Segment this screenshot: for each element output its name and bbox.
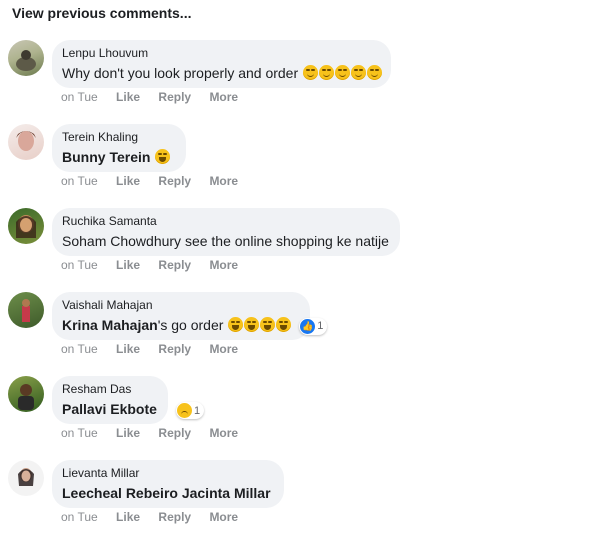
avatar-photo [18, 468, 34, 486]
view-previous-comments-link[interactable]: View previous comments... [12, 5, 191, 21]
avatar-photo [16, 215, 36, 238]
comment-author[interactable]: Lenpu Lhouvum [62, 46, 379, 60]
comment-author[interactable]: Lievanta Millar [62, 466, 272, 480]
more-button[interactable]: More [209, 510, 238, 524]
smirk-emoji-icon [335, 65, 351, 80]
smirk-emoji-icon [351, 65, 367, 80]
reply-button[interactable]: Reply [158, 510, 191, 524]
comment-timestamp[interactable]: on Tue [61, 90, 98, 104]
comment-actions: on Tue Like Reply More [61, 174, 253, 188]
reaction-badge[interactable]: 1 [176, 402, 205, 419]
comment-text: Pallavi Ekbote [62, 399, 157, 419]
avatar[interactable] [8, 124, 44, 160]
reply-button[interactable]: Reply [158, 342, 191, 356]
comment-timestamp[interactable]: on Tue [61, 258, 98, 272]
more-button[interactable]: More [209, 174, 238, 188]
sad-reaction-icon [177, 403, 192, 418]
laughing-emoji-icon [244, 317, 260, 332]
thumbs-up-icon: 👍 [300, 318, 316, 334]
comment-author[interactable]: Vaishali Mahajan [62, 298, 298, 312]
laughing-emoji-icon [228, 317, 244, 332]
reaction-count: 1 [317, 320, 324, 332]
like-button[interactable]: Like [116, 510, 140, 524]
like-button[interactable]: Like [116, 258, 140, 272]
comment-text: Soham Chowdhury see the online shopping … [62, 233, 389, 249]
like-button[interactable]: Like [116, 342, 140, 356]
comment-body: Why don't you look properly and order [62, 65, 299, 81]
comment-timestamp[interactable]: on Tue [61, 426, 98, 440]
mention-link[interactable]: Pallavi Ekbote [62, 401, 157, 417]
comment-actions: on Tue Like Reply More [61, 510, 253, 524]
avatar[interactable] [8, 40, 44, 76]
comment-actions: on Tue Like Reply More [61, 342, 253, 356]
avatar[interactable] [8, 208, 44, 244]
more-button[interactable]: More [209, 342, 238, 356]
more-button[interactable]: More [209, 90, 238, 104]
comment-timestamp[interactable]: on Tue [61, 174, 98, 188]
comment-timestamp[interactable]: on Tue [61, 510, 98, 524]
avatar-photo [22, 299, 30, 322]
comment-body: 's go order [157, 317, 224, 333]
comment-text: Bunny Terein [62, 147, 174, 167]
comment-author[interactable]: Ruchika Samanta [62, 214, 388, 228]
comment-actions: on Tue Like Reply More [61, 258, 253, 272]
avatar[interactable] [8, 292, 44, 328]
like-button[interactable]: Like [116, 174, 140, 188]
avatar-photo [18, 384, 34, 410]
avatar-photo [16, 131, 36, 151]
reply-button[interactable]: Reply [158, 258, 191, 272]
laughing-emoji-icon [260, 317, 276, 332]
comment-timestamp[interactable]: on Tue [61, 342, 98, 356]
comment-author[interactable]: Terein Khaling [62, 130, 174, 144]
comment: Lievanta Millar Leecheal Rebeiro Jacinta… [0, 460, 593, 544]
comment-text: Why don't you look properly and order [62, 63, 383, 83]
comment-bubble: Lenpu Lhouvum Why don't you look properl… [52, 40, 391, 88]
comment-bubble: Terein Khaling Bunny Terein [52, 124, 186, 172]
like-button[interactable]: Like [116, 426, 140, 440]
comment-text: Leecheal Rebeiro Jacinta Millar [62, 483, 272, 503]
comment-actions: on Tue Like Reply More [61, 426, 253, 440]
comment-bubble: Vaishali Mahajan Krina Mahajan's go orde… [52, 292, 328, 340]
comment: Terein Khaling Bunny Terein on Tue Like … [0, 124, 593, 208]
comment: Resham Das Pallavi Ekbote 1 on Tue Like … [0, 376, 593, 460]
more-button[interactable]: More [209, 426, 238, 440]
comment-author[interactable]: Resham Das [62, 382, 156, 396]
reaction-badge[interactable]: 👍 1 [299, 317, 328, 335]
laughing-emoji-icon [155, 149, 171, 164]
comment-bubble: Ruchika Samanta Soham Chowdhury see the … [52, 208, 400, 256]
mention-link[interactable]: Bunny Terein [62, 149, 150, 165]
avatar[interactable] [8, 376, 44, 412]
like-button[interactable]: Like [116, 90, 140, 104]
avatar-photo [16, 50, 36, 71]
smirk-emoji-icon [303, 65, 319, 80]
more-button[interactable]: More [209, 258, 238, 272]
comment: Vaishali Mahajan Krina Mahajan's go orde… [0, 292, 593, 376]
mention-link[interactable]: Leecheal Rebeiro Jacinta Millar [62, 485, 271, 501]
reaction-count: 1 [194, 404, 201, 417]
comment-bubble: Resham Das Pallavi Ekbote [52, 376, 168, 424]
comment-bubble: Lievanta Millar Leecheal Rebeiro Jacinta… [52, 460, 284, 508]
comment: Lenpu Lhouvum Why don't you look properl… [0, 40, 593, 124]
smirk-emoji-icon [367, 65, 383, 80]
reply-button[interactable]: Reply [158, 174, 191, 188]
reply-button[interactable]: Reply [158, 426, 191, 440]
comment-actions: on Tue Like Reply More [61, 90, 253, 104]
comment-text: Krina Mahajan's go order 👍 1 [62, 315, 328, 335]
reply-button[interactable]: Reply [158, 90, 191, 104]
smirk-emoji-icon [319, 65, 335, 80]
mention-link[interactable]: Krina Mahajan [62, 317, 158, 333]
avatar[interactable] [8, 460, 44, 496]
laughing-emoji-icon [276, 317, 292, 332]
comment: Ruchika Samanta Soham Chowdhury see the … [0, 208, 593, 292]
